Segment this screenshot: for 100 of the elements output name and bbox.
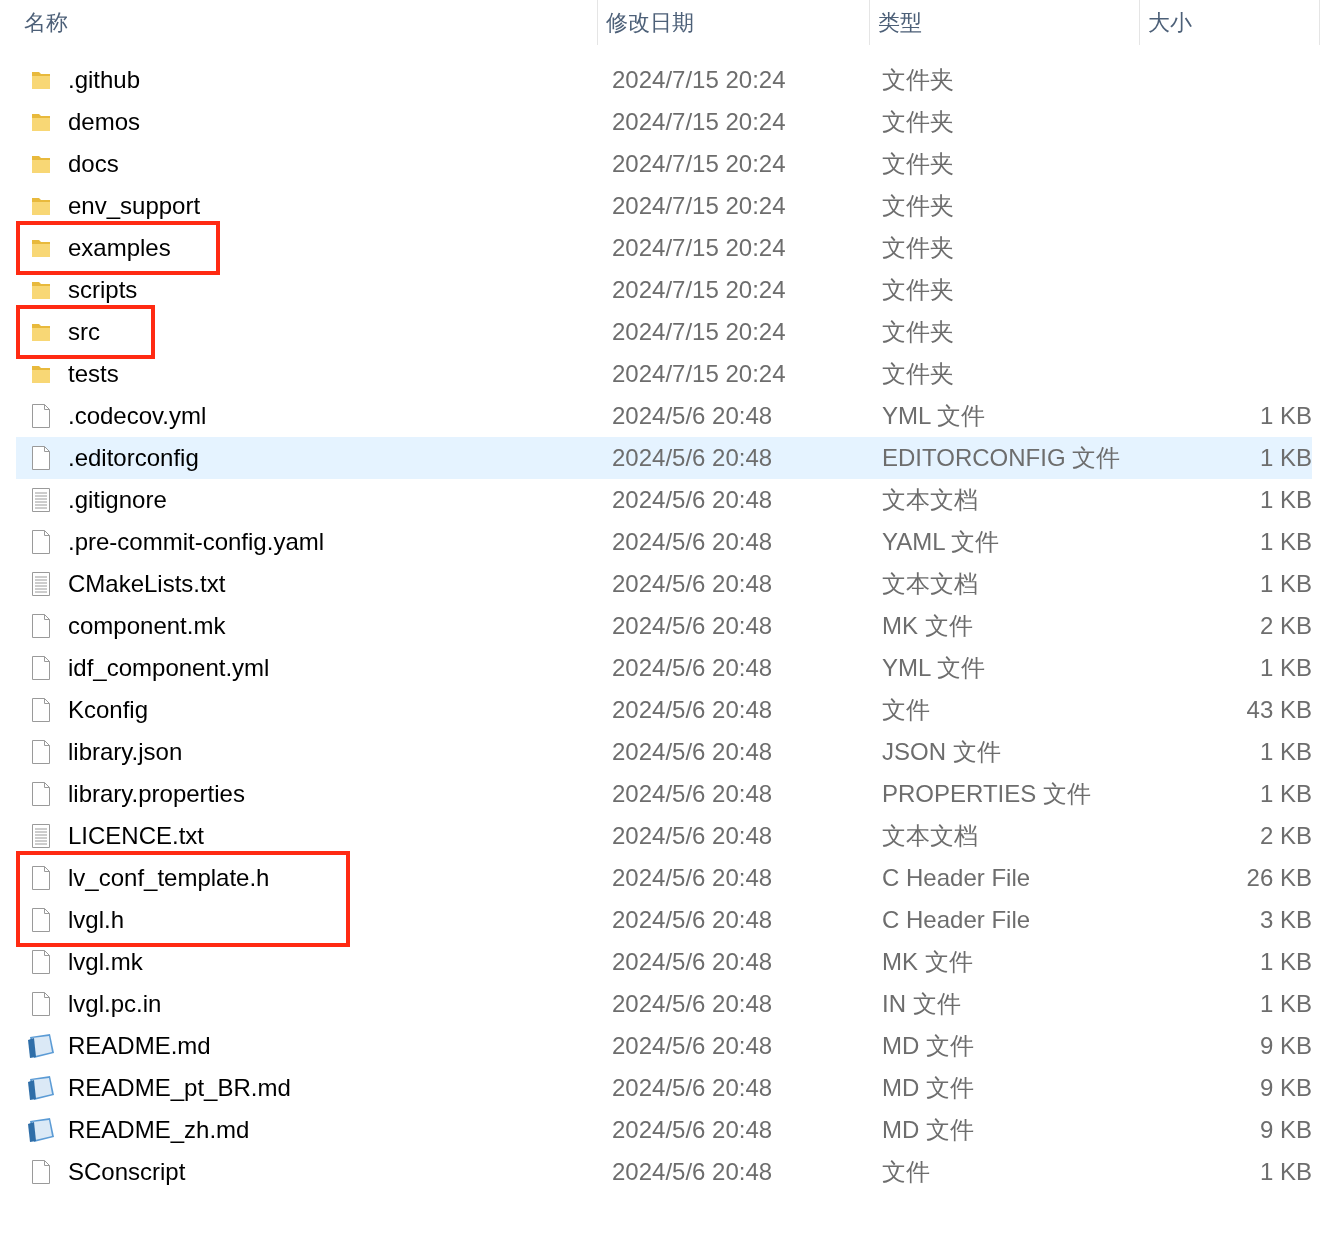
file-size: 2 KB — [1258, 611, 1312, 641]
file-name: .github — [68, 65, 141, 95]
file-size: 1 KB — [1258, 1157, 1312, 1187]
modified-date: 2024/7/15 20:24 — [611, 359, 787, 389]
file-name: library.json — [68, 737, 183, 767]
file-type: 文件夹 — [881, 65, 955, 95]
file-name: lvgl.mk — [68, 947, 143, 977]
file-type: C Header File — [881, 905, 1032, 935]
modified-date: 2024/5/6 20:48 — [611, 1073, 774, 1103]
file-size: 43 KB — [1245, 695, 1312, 725]
file-type: 文本文档 — [881, 485, 979, 515]
file-name: README_pt_BR.md — [68, 1073, 291, 1103]
file-type: 文件夹 — [881, 317, 955, 347]
modified-date: 2024/5/6 20:48 — [611, 443, 774, 473]
modified-date: 2024/5/6 20:48 — [611, 401, 774, 431]
modified-date: 2024/5/6 20:48 — [611, 863, 774, 893]
file-size: 1 KB — [1258, 653, 1312, 683]
file-type: EDITORCONFIG 文件 — [881, 443, 1122, 473]
file-name: scripts — [68, 275, 138, 305]
file-size: 1 KB — [1258, 485, 1312, 515]
modified-date: 2024/5/6 20:48 — [611, 653, 774, 683]
file-name: src — [68, 317, 100, 347]
modified-date: 2024/5/6 20:48 — [611, 737, 774, 767]
column-header[interactable]: 类型 — [870, 0, 1140, 45]
file-size: 3 KB — [1258, 905, 1312, 935]
modified-date: 2024/5/6 20:48 — [611, 485, 774, 515]
file-type: 文件夹 — [881, 191, 955, 221]
file-name: docs — [68, 149, 119, 179]
file-type: YML 文件 — [881, 653, 987, 683]
modified-date: 2024/7/15 20:24 — [611, 149, 787, 179]
modified-date: 2024/5/6 20:48 — [611, 821, 774, 851]
file-name: .pre-commit-config.yaml — [68, 527, 325, 557]
file-size: 1 KB — [1258, 401, 1312, 431]
file-type: YAML 文件 — [881, 527, 1001, 557]
file-type: MD 文件 — [881, 1073, 975, 1103]
file-type: 文件夹 — [881, 149, 955, 179]
file-type: C Header File — [881, 863, 1032, 893]
file-size: 9 KB — [1258, 1115, 1312, 1145]
file-name: Kconfig — [68, 695, 149, 725]
modified-date: 2024/5/6 20:48 — [611, 611, 774, 641]
file-name: lvgl.pc.in — [68, 989, 162, 1019]
file-size: 9 KB — [1258, 1073, 1312, 1103]
modified-date: 2024/5/6 20:48 — [611, 695, 774, 725]
file-type: MK 文件 — [881, 611, 974, 641]
file-type: MD 文件 — [881, 1031, 975, 1061]
file-name: lv_conf_template.h — [68, 863, 270, 893]
file-type: 文本文档 — [881, 821, 979, 851]
file-size: 1 KB — [1258, 527, 1312, 557]
modified-date: 2024/7/15 20:24 — [611, 275, 787, 305]
file-name: SConscript — [68, 1157, 186, 1187]
file-size: 2 KB — [1258, 821, 1312, 851]
file-name: tests — [68, 359, 119, 389]
modified-date: 2024/5/6 20:48 — [611, 1157, 774, 1187]
file-size: 9 KB — [1258, 1031, 1312, 1061]
modified-date: 2024/5/6 20:48 — [611, 1115, 774, 1145]
file-name: demos — [68, 107, 141, 137]
file-size: 1 KB — [1258, 569, 1312, 599]
file-type: 文件夹 — [881, 233, 955, 263]
file-row[interactable]: .editorconfig 2024/5/6 20:48 EDITORCONFIG 文件 1 KB — [16, 437, 1312, 479]
file-type: IN 文件 — [881, 989, 962, 1019]
modified-date: 2024/7/15 20:24 — [611, 191, 787, 221]
file-type: JSON 文件 — [881, 737, 1002, 767]
file-size: 26 KB — [1245, 863, 1312, 893]
modified-date: 2024/5/6 20:48 — [611, 569, 774, 599]
modified-date: 2024/5/6 20:48 — [611, 779, 774, 809]
file-size: 1 KB — [1258, 989, 1312, 1019]
column-header[interactable]: 大小 — [1140, 0, 1320, 45]
file-name: library.properties — [68, 779, 245, 809]
column-header[interactable]: 修改日期 — [598, 0, 870, 45]
modified-date: 2024/5/6 20:48 — [611, 905, 774, 935]
file-size: 1 KB — [1258, 947, 1312, 977]
file-name: README_zh.md — [68, 1115, 250, 1145]
modified-date: 2024/7/15 20:24 — [611, 317, 787, 347]
file-type: YML 文件 — [881, 401, 987, 431]
file-name: env_support — [68, 191, 201, 221]
file-type: MD 文件 — [881, 1115, 975, 1145]
file-name: .editorconfig — [68, 443, 199, 473]
file-name: LICENCE.txt — [68, 821, 205, 851]
modified-date: 2024/5/6 20:48 — [611, 527, 774, 557]
modified-date: 2024/7/15 20:24 — [611, 233, 787, 263]
file-name: examples — [68, 233, 171, 263]
modified-date: 2024/5/6 20:48 — [611, 989, 774, 1019]
file-size: 1 KB — [1258, 779, 1312, 809]
file-name: component.mk — [68, 611, 226, 641]
file-name: CMakeLists.txt — [68, 569, 226, 599]
modified-date: 2024/5/6 20:48 — [611, 947, 774, 977]
modified-date: 2024/7/15 20:24 — [611, 65, 787, 95]
file-size: 1 KB — [1258, 443, 1312, 473]
file-type: PROPERTIES 文件 — [881, 779, 1092, 809]
column-header[interactable]: 名称 — [16, 0, 598, 45]
file-name: lvgl.h — [68, 905, 125, 935]
modified-date: 2024/5/6 20:48 — [611, 1031, 774, 1061]
file-type: MK 文件 — [881, 947, 974, 977]
file-name: README.md — [68, 1031, 211, 1061]
file-type: 文件夹 — [881, 275, 955, 305]
modified-date: 2024/7/15 20:24 — [611, 107, 787, 137]
file-size: 1 KB — [1258, 737, 1312, 767]
file-name: .codecov.yml — [68, 401, 207, 431]
file-name: idf_component.yml — [68, 653, 270, 683]
file-type: 文件 — [881, 695, 931, 725]
